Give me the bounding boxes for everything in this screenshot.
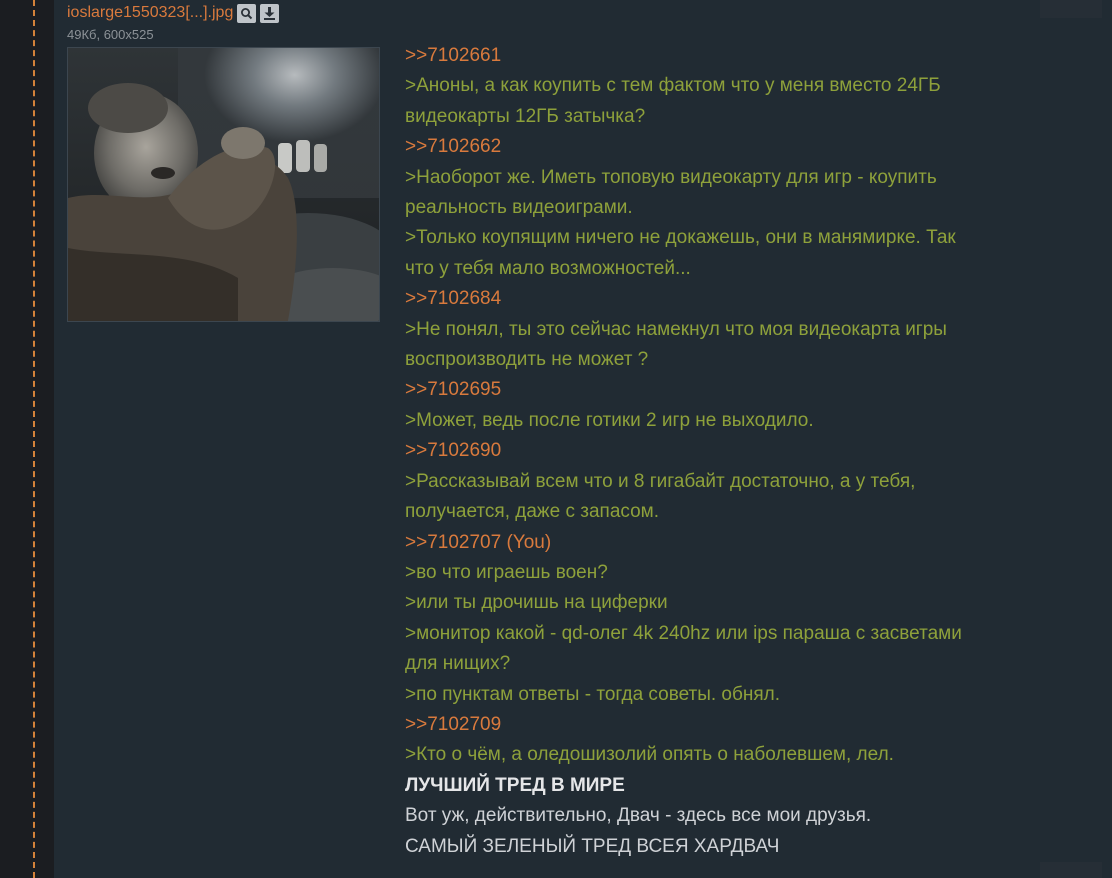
greentext-line: >Наоборот же. Иметь топовую видеокарту д… [405, 166, 937, 188]
post: ioslarge1550323[...].jpg 49Кб, 600x525 >… [54, 0, 1112, 878]
greentext-line: >по пунктам ответы - тогда советы. обнял… [405, 683, 781, 705]
bold-text-line: ЛУЧШИЙ ТРЕД В МИРЕ [405, 774, 625, 796]
reply-link-you[interactable]: >>7102707 (You) [405, 528, 1105, 558]
greentext-line: >Кто о чём, а оледошизолий опять о набол… [405, 744, 894, 766]
search-icon[interactable] [237, 3, 257, 23]
thread-line [33, 0, 35, 878]
greentext-line: >или ты дрочишь на циферки [405, 592, 668, 614]
file-attr: ioslarge1550323[...].jpg [67, 2, 280, 24]
page: ioslarge1550323[...].jpg 49Кб, 600x525 >… [0, 0, 1112, 878]
greentext-line: >Не понял, ты это сейчас намекнул что мо… [405, 318, 947, 340]
greentext-line: >во что играешь воен? [405, 561, 608, 583]
greentext-line: >Аноны, а как коупить с тем фактом что у… [405, 75, 941, 97]
reply-link[interactable]: >>7102690 [405, 436, 1105, 466]
download-icon[interactable] [260, 3, 280, 23]
reply-link[interactable]: >>7102662 [405, 132, 1105, 162]
prev-post-tab [1040, 0, 1102, 18]
greentext-line: что у тебя мало возможностей... [405, 257, 691, 279]
greentext-line: >монитор какой - qd-олег 4k 240hz или ip… [405, 622, 962, 644]
file-meta: 49Кб, 600x525 [67, 27, 154, 42]
greentext-line: >Рассказывай всем что и 8 гигабайт доста… [405, 470, 916, 492]
reply-link[interactable]: >>7102709 [405, 710, 1105, 740]
greentext-line: воспроизводить не может ? [405, 349, 649, 371]
text-line: САМЫЙ ЗЕЛЕНЫЙ ТРЕД ВСЕЯ ХАРДВАЧ [405, 835, 780, 857]
post-message: >>7102661 >Аноны, а как коупить с тем фа… [405, 41, 1105, 862]
text-line: Вот уж, действительно, Двач - здесь все … [405, 805, 872, 827]
reply-link[interactable]: >>7102661 [405, 41, 1105, 71]
greentext-line: >Только коупящим ничего не докажешь, они… [405, 227, 956, 249]
greentext-line: видеокарты 12ГБ затычка? [405, 105, 646, 127]
greentext-line: получается, даже с запасом. [405, 501, 660, 523]
file-name-link[interactable]: ioslarge1550323[...].jpg [67, 2, 233, 24]
greentext-line: реальность видеоиграми. [405, 197, 633, 219]
greentext-line: для нищих? [405, 653, 511, 675]
reply-link[interactable]: >>7102684 [405, 284, 1105, 314]
post-image-thumbnail[interactable] [67, 47, 380, 322]
greentext-line: >Может, ведь после готики 2 игр не выход… [405, 409, 814, 431]
reply-link[interactable]: >>7102695 [405, 375, 1105, 405]
next-post-tab [1040, 862, 1102, 878]
